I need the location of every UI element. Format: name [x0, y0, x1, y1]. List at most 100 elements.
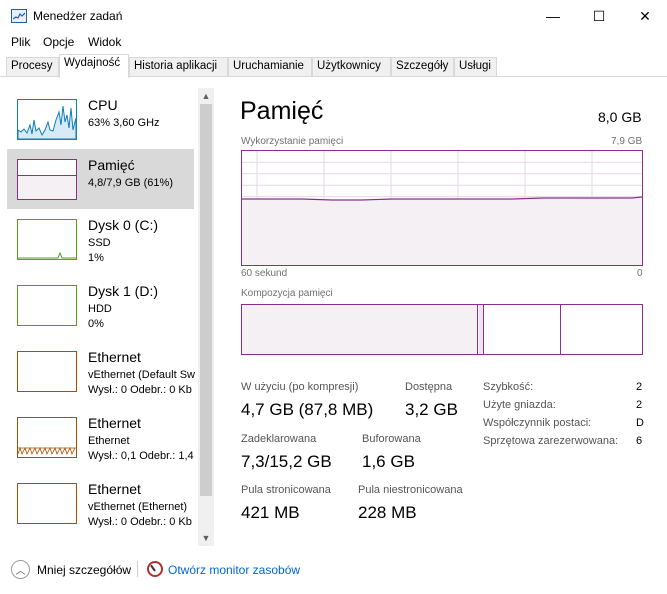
- sidebar-item-ethernet[interactable]: Ethernet Ethernet Wysł.: 0,1 Odebr.: 1,4: [7, 407, 194, 467]
- speed-label: Szybkość:: [483, 381, 534, 393]
- scroll-thumb[interactable]: [200, 104, 212, 496]
- sidebar-item-disk0[interactable]: Dysk 0 (C:) SSD 1%: [7, 209, 194, 269]
- resource-monitor-icon[interactable]: [147, 561, 163, 577]
- slots-label: Użyte gniazda:: [483, 399, 556, 411]
- memory-thumbnail-graph: [17, 159, 77, 200]
- sidebar-item-name: Dysk 0 (C:): [88, 217, 158, 233]
- sidebar-item-cpu[interactable]: CPU 63% 3,60 GHz: [7, 89, 194, 149]
- chevron-up-icon[interactable]: ︿: [11, 560, 30, 579]
- sidebar-item-detail: Wysł.: 0 Odebr.: 0 Kb: [88, 384, 192, 396]
- cached-value: 1,6 GB: [362, 452, 415, 471]
- task-manager-window: Menedżer zadań — ☐ ✕ Plik Opcje Widok Pr…: [0, 0, 667, 594]
- composition-modified: [479, 305, 484, 354]
- in-use-label: W użyciu (po kompresji): [241, 381, 359, 393]
- fewer-details-link[interactable]: Mniej szczegółów: [37, 563, 131, 577]
- usage-graph-max: 7,9 GB: [611, 136, 643, 147]
- nonpaged-pool-label: Pula niestronicowana: [358, 484, 463, 496]
- sidebar-item-name: Ethernet: [88, 349, 141, 365]
- ethernet-thumbnail-graph: [17, 483, 77, 524]
- disk0-thumbnail-graph: [17, 219, 77, 260]
- cpu-thumbnail-graph: [17, 99, 77, 140]
- sidebar-item-detail: 1%: [88, 252, 104, 264]
- memory-composition-bar: [241, 304, 643, 355]
- committed-value: 7,3/15,2 GB: [241, 452, 332, 471]
- sidebar-item-detail: 63% 3,60 GHz: [88, 117, 160, 129]
- sidebar-item-detail: 4,8/7,9 GB (61%): [88, 177, 173, 189]
- sidebar-item-ethernet-default[interactable]: Ethernet vEthernet (Default Sw Wysł.: 0 …: [7, 341, 195, 401]
- sidebar-item-detail: 0%: [88, 318, 104, 330]
- composition-label: Kompozycja pamięci: [241, 288, 333, 299]
- memory-total: 8,0 GB: [598, 109, 642, 125]
- scroll-up-icon[interactable]: ▲: [198, 88, 214, 104]
- ethernet-mini-graph: [17, 446, 76, 456]
- sidebar-item-disk1[interactable]: Dysk 1 (D:) HDD 0%: [7, 275, 194, 335]
- time-axis-left: 60 sekund: [241, 268, 288, 279]
- time-axis-right: 0: [637, 268, 643, 279]
- in-use-value: 4,7 GB (87,8 MB): [241, 400, 374, 419]
- disk1-thumbnail-graph: [17, 285, 77, 326]
- memory-mini-fill: [18, 174, 76, 199]
- tab-users[interactable]: Użytkownicy: [312, 57, 391, 77]
- open-resource-monitor-link[interactable]: Otwórz monitor zasobów: [168, 563, 300, 577]
- sidebar-item-detail: vEthernet (Default Sw: [88, 369, 195, 381]
- sidebar-item-detail: Wysł.: 0,1 Odebr.: 1,4: [88, 450, 194, 462]
- maximize-button[interactable]: ☐: [576, 0, 622, 32]
- scroll-down-icon[interactable]: ▼: [198, 530, 214, 546]
- sidebar-item-name: Dysk 1 (D:): [88, 283, 158, 299]
- paged-pool-label: Pula stronicowana: [241, 484, 331, 496]
- sidebar-item-ethernet-vethernet[interactable]: Ethernet vEthernet (Ethernet) Wysł.: 0 O…: [7, 473, 194, 533]
- composition-standby: [485, 305, 561, 354]
- sidebar-item-detail: HDD: [88, 303, 112, 315]
- menu-bar: Plik Opcje Widok: [0, 32, 667, 52]
- performance-sidebar: CPU 63% 3,60 GHz Pamięć 4,8/7,9 GB (61%)…: [0, 88, 214, 546]
- composition-in-use: [242, 305, 478, 354]
- tab-processes[interactable]: Procesy: [6, 57, 59, 77]
- available-label: Dostępna: [405, 381, 453, 393]
- sidebar-item-detail: vEthernet (Ethernet): [88, 501, 188, 513]
- form-factor-value: D: [636, 417, 644, 429]
- sidebar-scrollbar[interactable]: ▲ ▼: [198, 88, 214, 546]
- paged-pool-value: 421 MB: [241, 503, 300, 522]
- nonpaged-pool-value: 228 MB: [358, 503, 417, 522]
- usage-graph-label: Wykorzystanie pamięci: [241, 136, 344, 147]
- close-button[interactable]: ✕: [622, 0, 667, 32]
- memory-usage-chart: [242, 151, 643, 265]
- disk0-mini-graph: [18, 251, 76, 259]
- footer-divider: [137, 561, 138, 577]
- form-factor-label: Współczynnik postaci:: [483, 417, 592, 429]
- cpu-mini-graph: [17, 105, 77, 140]
- composition-free: [562, 305, 642, 354]
- task-manager-icon: [11, 9, 27, 23]
- committed-label: Zadeklarowana: [241, 433, 317, 445]
- sidebar-item-name: CPU: [88, 97, 118, 113]
- available-value: 3,2 GB: [405, 400, 458, 419]
- sidebar-item-name: Pamięć: [88, 157, 135, 173]
- tab-details[interactable]: Szczegóły: [391, 57, 454, 77]
- tab-app-history[interactable]: Historia aplikacji: [129, 57, 228, 77]
- title-bar: Menedżer zadań — ☐ ✕: [0, 0, 667, 32]
- tab-startup[interactable]: Uruchamianie: [228, 57, 312, 77]
- tab-strip: Procesy Wydajność Historia aplikacji Uru…: [0, 54, 667, 78]
- sidebar-item-memory[interactable]: Pamięć 4,8/7,9 GB (61%): [7, 149, 194, 209]
- speed-value: 2: [636, 381, 643, 393]
- memory-usage-graph: [241, 150, 643, 266]
- ethernet-thumbnail-graph: [17, 351, 77, 392]
- minimize-button[interactable]: —: [530, 0, 576, 32]
- tab-services[interactable]: Usługi: [454, 57, 497, 77]
- menu-view[interactable]: Widok: [88, 35, 121, 49]
- sidebar-item-name: Ethernet: [88, 415, 141, 431]
- ethernet-thumbnail-graph: [17, 417, 77, 458]
- footer: ︿ Mniej szczegółów Otwórz monitor zasobó…: [0, 555, 667, 585]
- cached-label: Buforowana: [362, 433, 421, 445]
- hw-reserved-label: Sprzętowa zarezerwowana:: [483, 435, 619, 447]
- slots-value: 2: [636, 399, 643, 411]
- sidebar-item-detail: Wysł.: 0 Odebr.: 0 Kb: [88, 516, 192, 528]
- hw-reserved-value: 6: [636, 435, 643, 447]
- sidebar-item-name: Ethernet: [88, 481, 141, 497]
- window-title: Menedżer zadań: [33, 9, 123, 23]
- menu-options[interactable]: Opcje: [43, 35, 74, 49]
- sidebar-item-detail: Ethernet: [88, 435, 130, 447]
- page-title: Pamięć: [240, 97, 324, 125]
- menu-file[interactable]: Plik: [11, 35, 30, 49]
- tab-performance[interactable]: Wydajność: [59, 54, 129, 78]
